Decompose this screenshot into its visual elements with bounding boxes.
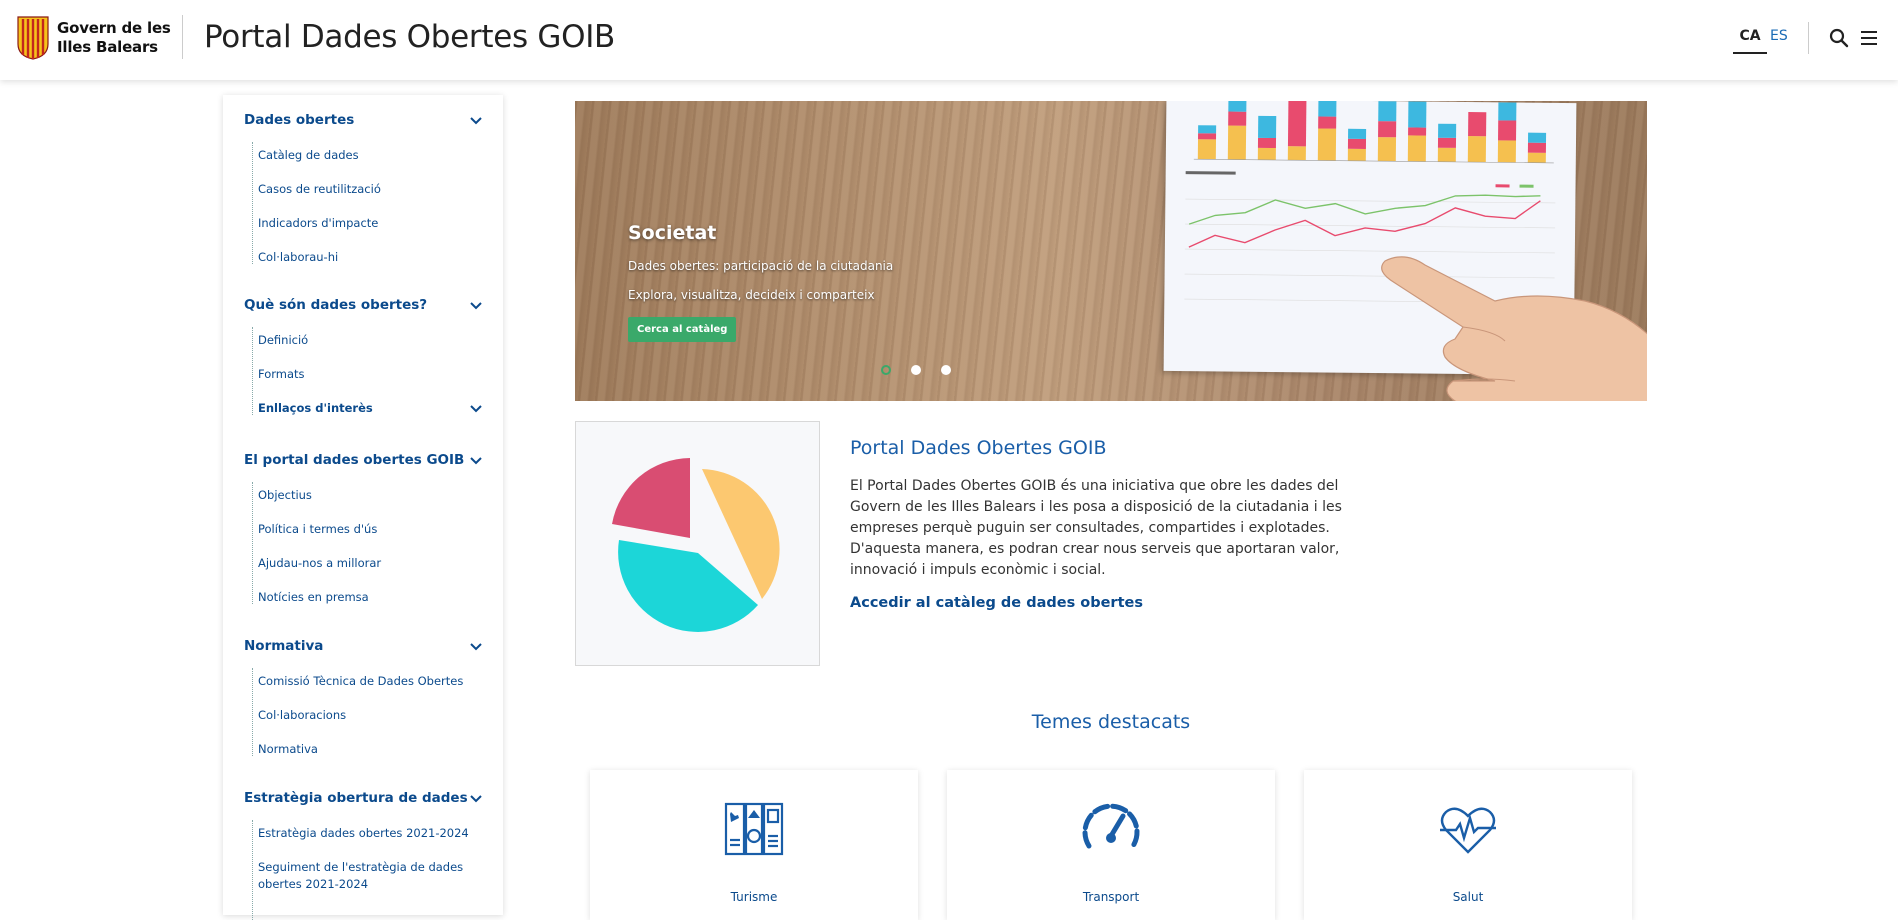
- search-catalog-button[interactable]: Cerca al catàleg: [628, 317, 737, 342]
- intro-description: El Portal Dades Obertes GOIB és una inic…: [850, 478, 1342, 578]
- govern-illes-balears-logo[interactable]: [17, 16, 49, 60]
- chevron-down-icon[interactable]: [469, 404, 483, 414]
- tree-line: [252, 668, 253, 756]
- hero-title: Societat: [628, 222, 717, 244]
- hero-tagline: Explora, visualitza, decideix i comparte…: [628, 288, 875, 302]
- heart-pulse-icon: [1440, 807, 1496, 854]
- sidebar-section-portal[interactable]: El portal dades obertes GOIB: [244, 452, 464, 468]
- sidebar-item-enllacos[interactable]: Enllaços d'interès: [258, 400, 373, 417]
- sidebar-section-dades-obertes[interactable]: Dades obertes: [244, 112, 354, 128]
- sidebar-item-noticies[interactable]: Notícies en premsa: [258, 589, 369, 606]
- chevron-down-icon[interactable]: [469, 794, 483, 804]
- sidebar-item-collaborau[interactable]: Col·laborau-hi: [258, 249, 338, 266]
- sidebar-section-normativa[interactable]: Normativa: [244, 638, 323, 654]
- sidebar-item-comissio[interactable]: Comissió Tècnica de Dades Obertes: [258, 673, 463, 690]
- tree-line: [252, 482, 253, 604]
- logo-text: Govern de les Illes Balears: [57, 19, 171, 56]
- pie-chart-card: [575, 421, 820, 666]
- sidebar-item-cataleg[interactable]: Catàleg de dades: [258, 147, 359, 164]
- sidebar-item-politica[interactable]: Política i termes d'ús: [258, 521, 377, 538]
- tree-line: [252, 327, 253, 415]
- chevron-down-icon[interactable]: [469, 301, 483, 311]
- chevron-down-icon[interactable]: [469, 116, 483, 126]
- speedometer-icon: [1082, 803, 1140, 849]
- site-header: Govern de les Illes Balears Portal Dades…: [0, 0, 1898, 80]
- sidebar-item-estrategia-2021[interactable]: Estratègia dades obertes 2021-2024: [258, 825, 469, 842]
- language-ca-link[interactable]: CA: [1733, 28, 1767, 54]
- sidebar-section-estrategia[interactable]: Estratègia obertura de dades: [244, 790, 468, 806]
- sidebar-item-definicio[interactable]: Definició: [258, 332, 308, 349]
- tree-line: [252, 820, 253, 920]
- hamburger-menu-icon[interactable]: [1859, 28, 1879, 48]
- intro-title: Portal Dades Obertes GOIB: [850, 437, 1107, 459]
- sidebar-section-que-son[interactable]: Què són dades obertes?: [244, 297, 427, 313]
- topic-card-label: Transport: [1082, 890, 1140, 904]
- hero-subtitle: Dades obertes: participació de la ciutad…: [628, 259, 894, 273]
- topic-card-salut[interactable]: Salut: [1304, 770, 1632, 920]
- topic-card-label: Turisme: [730, 890, 778, 904]
- carousel-dot-2[interactable]: [911, 365, 921, 375]
- carousel-dot-3[interactable]: [941, 365, 951, 375]
- chevron-down-icon[interactable]: [469, 642, 483, 652]
- pie-chart-icon: [612, 458, 780, 632]
- sidebar-item-indicadors[interactable]: Indicadors d'impacte: [258, 215, 378, 232]
- search-icon[interactable]: [1829, 28, 1849, 48]
- featured-topics-title: Temes destacats: [1031, 711, 1191, 733]
- tourism-brochure-icon: [724, 802, 784, 856]
- topic-card-label: Salut: [1452, 890, 1484, 904]
- tree-line: [252, 142, 253, 264]
- header-divider: [1808, 22, 1809, 54]
- sidebar-item-normativa[interactable]: Normativa: [258, 741, 318, 758]
- sidebar-item-casos[interactable]: Casos de reutilització: [258, 181, 381, 198]
- topic-card-transport[interactable]: Transport: [947, 770, 1275, 920]
- chevron-down-icon[interactable]: [469, 456, 483, 466]
- access-catalog-link[interactable]: Accedir al catàleg de dades obertes: [850, 595, 1143, 611]
- hero-carousel: Societat Dades obertes: participació de …: [575, 101, 1647, 401]
- sidebar-item-ajudau[interactable]: Ajudau-nos a millorar: [258, 555, 381, 572]
- sidebar-item-collaboracions[interactable]: Col·laboracions: [258, 707, 346, 724]
- carousel-dot-1[interactable]: [881, 365, 891, 375]
- sidebar-nav: Dades obertes Catàleg de dades Casos de …: [223, 95, 503, 920]
- page-title: Portal Dades Obertes GOIB: [204, 19, 616, 55]
- topic-card-turisme[interactable]: Turisme: [590, 770, 918, 920]
- header-divider: [182, 15, 183, 59]
- sidebar-item-seguiment[interactable]: Seguiment de l'estratègia de dades obert…: [258, 859, 488, 893]
- sidebar-item-objectius[interactable]: Objectius: [258, 487, 312, 504]
- sidebar-item-formats[interactable]: Formats: [258, 366, 305, 383]
- hand-image: [1381, 256, 1647, 401]
- language-es-link[interactable]: ES: [1770, 28, 1788, 44]
